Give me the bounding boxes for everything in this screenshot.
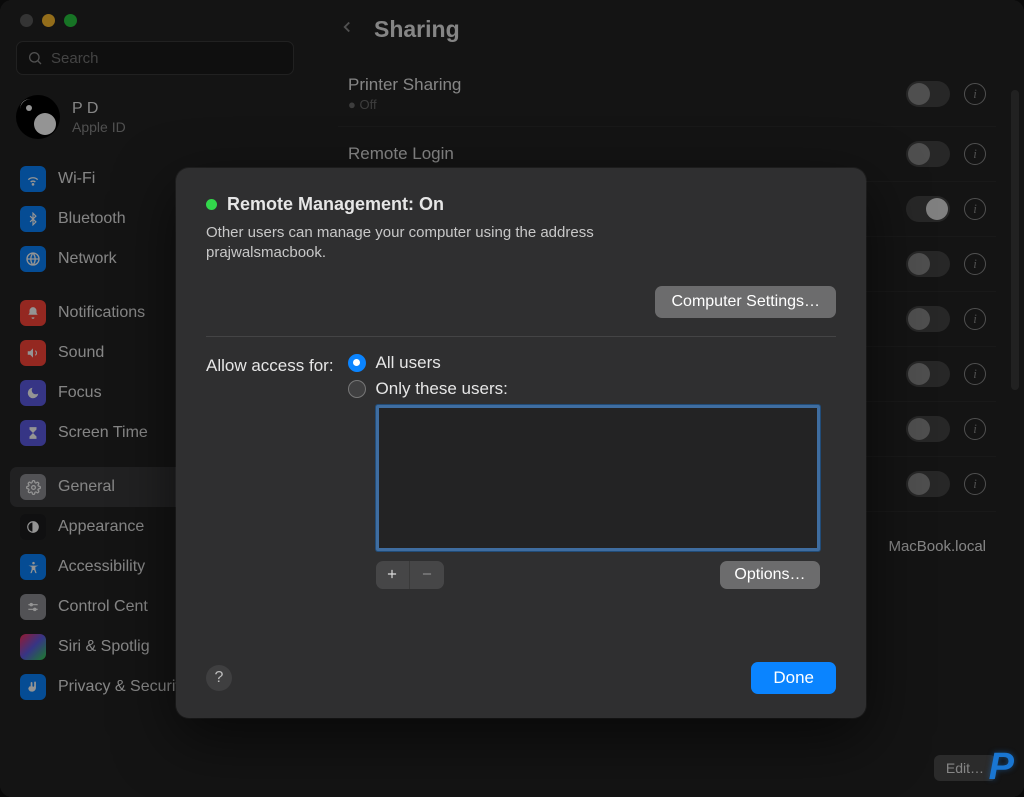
search-icon [27, 50, 43, 66]
sidebar-item-label: Screen Time [58, 424, 148, 442]
sidebar-item-label: Siri & Spotlig [58, 638, 150, 656]
apple-id-account[interactable]: P D Apple ID [0, 89, 310, 159]
row-label: Printer Sharing [348, 75, 461, 95]
wifi-icon [20, 166, 46, 192]
info-icon[interactable]: i [964, 83, 986, 105]
sidebar-item-label: Network [58, 250, 117, 268]
radio-icon [348, 354, 366, 372]
modal-title: Remote Management: On [227, 194, 444, 215]
info-icon[interactable]: i [964, 143, 986, 165]
watermark: P [989, 746, 1014, 789]
row-sub: ● Off [348, 97, 461, 112]
info-icon[interactable]: i [964, 418, 986, 440]
remote-management-dialog: Remote Management: On Other users can ma… [176, 168, 866, 718]
info-icon[interactable]: i [964, 363, 986, 385]
plus-icon [385, 567, 399, 581]
page-title: Sharing [374, 16, 460, 43]
toggle[interactable] [906, 361, 950, 387]
info-icon[interactable]: i [964, 253, 986, 275]
sidebar-item-label: Control Cent [58, 598, 148, 616]
sidebar-item-label: Appearance [58, 518, 144, 536]
network-icon [20, 246, 46, 272]
gear-icon [20, 474, 46, 500]
account-sub: Apple ID [72, 119, 126, 135]
allowed-users-list[interactable] [376, 405, 820, 551]
computer-settings-button[interactable]: Computer Settings… [655, 286, 836, 318]
toggle[interactable] [906, 141, 950, 167]
sharing-row-printer[interactable]: Printer Sharing ● Off i [338, 61, 996, 127]
radio-all-users[interactable]: All users [348, 353, 836, 373]
info-icon[interactable]: i [964, 198, 986, 220]
sidebar-item-label: Notifications [58, 304, 145, 322]
divider [206, 336, 836, 337]
moon-icon [20, 380, 46, 406]
toggle[interactable] [906, 196, 950, 222]
done-button[interactable]: Done [751, 662, 836, 694]
sidebar-item-label: Bluetooth [58, 210, 126, 228]
sidebar-item-label: Accessibility [58, 558, 145, 576]
window-maximize-button[interactable] [64, 14, 77, 27]
scrollbar[interactable] [1011, 90, 1019, 390]
radio-only-these-users[interactable]: Only these users: [348, 379, 836, 399]
sidebar-item-label: Focus [58, 384, 102, 402]
speaker-icon [20, 340, 46, 366]
allow-access-label: Allow access for: [206, 353, 334, 589]
radio-icon [348, 380, 366, 398]
toggle[interactable] [906, 471, 950, 497]
sidebar-item-label: Privacy & Security [58, 678, 188, 696]
status-indicator-icon [206, 199, 217, 210]
window-traffic-lights [0, 14, 310, 41]
modal-description: Other users can manage your computer usi… [206, 223, 686, 264]
chevron-left-icon [338, 18, 356, 36]
search-input[interactable] [51, 50, 283, 67]
window-close-button[interactable] [20, 14, 33, 27]
appearance-icon [20, 514, 46, 540]
edit-hostname-button[interactable]: Edit… [934, 755, 996, 781]
row-label: Remote Login [348, 144, 454, 164]
window-minimize-button[interactable] [42, 14, 55, 27]
add-user-button[interactable] [376, 561, 410, 589]
search-field[interactable] [16, 41, 294, 75]
siri-icon [20, 634, 46, 660]
options-button[interactable]: Options… [720, 561, 819, 589]
toggle[interactable] [906, 416, 950, 442]
add-remove-group [376, 561, 444, 589]
sidebar-item-label: Wi-Fi [58, 170, 95, 188]
avatar [16, 95, 60, 139]
sliders-icon [20, 594, 46, 620]
bell-icon [20, 300, 46, 326]
radio-label: All users [376, 353, 441, 373]
toggle[interactable] [906, 81, 950, 107]
accessibility-icon [20, 554, 46, 580]
help-button[interactable]: ? [206, 665, 232, 691]
toggle[interactable] [906, 251, 950, 277]
hourglass-icon [20, 420, 46, 446]
info-icon[interactable]: i [964, 473, 986, 495]
sidebar-item-label: Sound [58, 344, 104, 362]
sidebar-item-label: General [58, 478, 115, 496]
remove-user-button[interactable] [410, 561, 444, 589]
page-header: Sharing [310, 0, 1024, 61]
info-icon[interactable]: i [964, 308, 986, 330]
minus-icon [420, 567, 434, 581]
back-button[interactable] [338, 18, 356, 41]
radio-label: Only these users: [376, 379, 508, 399]
host-address: MacBook.local [878, 538, 996, 555]
toggle[interactable] [906, 306, 950, 332]
bluetooth-icon [20, 206, 46, 232]
account-name: P D [72, 99, 126, 118]
hand-icon [20, 674, 46, 700]
